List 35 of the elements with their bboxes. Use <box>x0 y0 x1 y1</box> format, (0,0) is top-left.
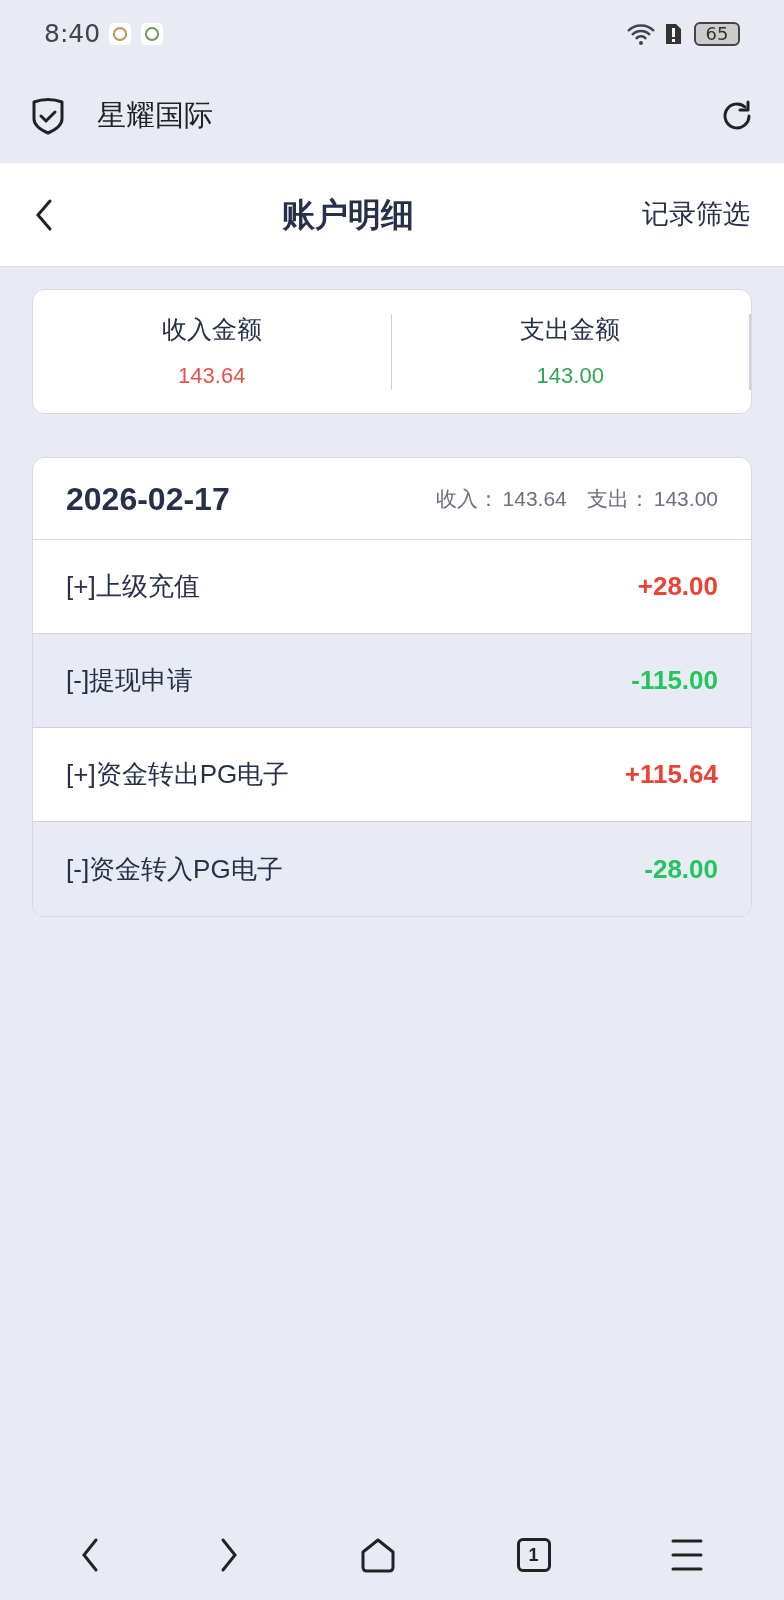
transaction-amount: -28.00 <box>644 852 718 886</box>
back-icon[interactable] <box>79 1537 100 1573</box>
transaction-label: [+]上级充值 <box>66 570 200 603</box>
income-total: 143.64 <box>502 485 567 512</box>
transaction-amount: +28.00 <box>637 570 718 603</box>
site-title: 星耀国际 <box>97 97 213 133</box>
status-time: 8:40 <box>44 18 101 51</box>
shield-check-icon[interactable] <box>30 96 66 135</box>
tabs-button[interactable]: 1 <box>516 1538 551 1572</box>
transaction-label: [-]提现申请 <box>66 664 194 697</box>
summary-label: 收入金额 <box>161 314 262 346</box>
notification-icon <box>140 22 165 46</box>
expense-total: 143.00 <box>653 485 718 512</box>
menu-icon[interactable] <box>670 1537 705 1573</box>
transaction-label: [+]资金转出PG电子 <box>66 758 290 791</box>
income-label: 收入： <box>435 485 499 512</box>
sim-alert-icon <box>664 22 682 46</box>
forward-icon[interactable] <box>219 1537 240 1573</box>
transaction-row[interactable]: [-]资金转入PG电子 -28.00 <box>33 822 751 916</box>
transaction-amount: +115.64 <box>624 758 718 791</box>
transaction-amount: -115.00 <box>631 664 718 697</box>
battery-indicator: 65 <box>694 22 740 46</box>
summary-amount: 143.00 <box>536 361 604 390</box>
notification-icon <box>108 22 133 46</box>
expense-label: 支出： <box>586 485 650 512</box>
page-title: 账户明细 <box>282 194 414 235</box>
transaction-label: [-]资金转入PG电子 <box>66 852 283 886</box>
wifi-icon <box>626 22 656 46</box>
home-icon[interactable] <box>359 1536 397 1574</box>
summary-label: 支出金额 <box>520 314 621 346</box>
summary-amount: 143.64 <box>178 361 246 390</box>
back-icon[interactable] <box>34 197 54 232</box>
transaction-row[interactable]: [-]提现申请 -115.00 <box>33 634 751 728</box>
filter-link[interactable]: 记录筛选 <box>642 194 750 235</box>
date-heading: 2026-02-17 <box>66 479 230 519</box>
